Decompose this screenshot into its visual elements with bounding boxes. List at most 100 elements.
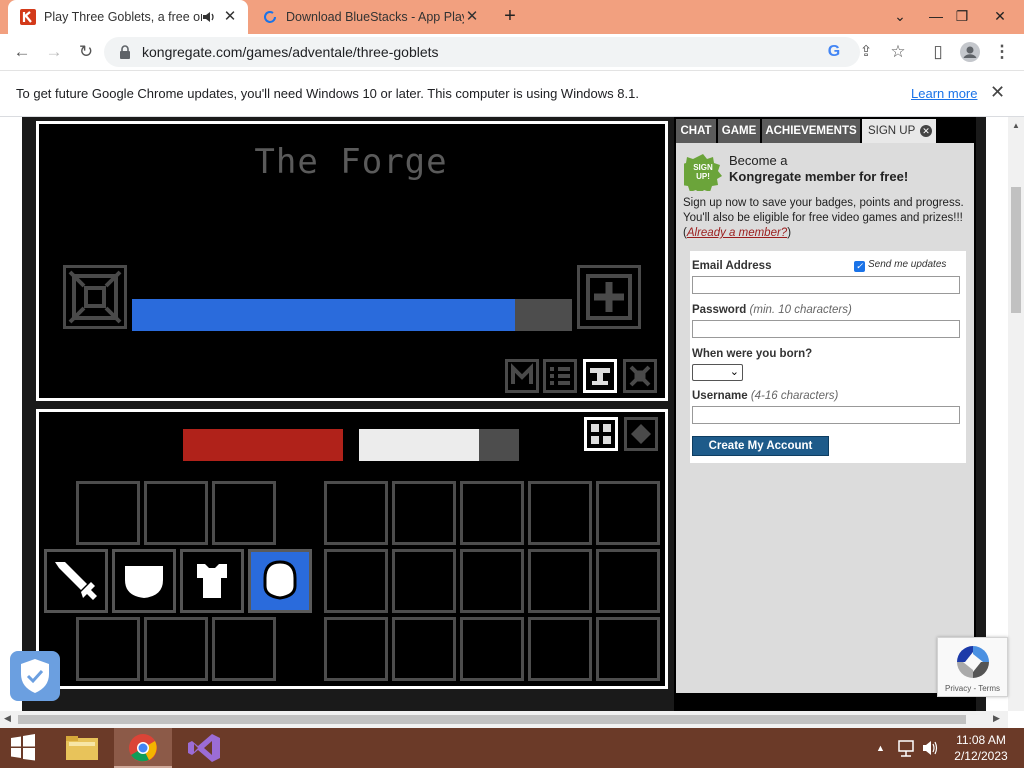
forward-arrow-icon[interactable]: → xyxy=(40,38,68,66)
scroll-up-arrow-icon[interactable]: ▲ xyxy=(1012,121,1020,130)
inventory-panel xyxy=(36,409,668,689)
tab-achievements[interactable]: ACHIEVEMENTS xyxy=(762,119,860,143)
chrome-icon xyxy=(129,734,157,762)
armor-icon xyxy=(197,564,227,598)
recaptcha-badge[interactable]: Privacy - Terms xyxy=(937,637,1008,697)
restore-button[interactable]: ❐ xyxy=(946,0,978,34)
tab-close-icon[interactable]: ✕ xyxy=(920,125,932,137)
google-lens-icon[interactable]: G xyxy=(820,38,848,66)
username-field[interactable] xyxy=(692,406,960,424)
inventory-slot[interactable] xyxy=(596,549,660,613)
address-bar[interactable]: kongregate.com/games/adventale/three-gob… xyxy=(104,37,860,67)
inventory-slot[interactable] xyxy=(212,481,276,545)
scroll-left-arrow-icon[interactable]: ◀ xyxy=(4,713,11,724)
new-tab-button[interactable]: + xyxy=(494,0,526,34)
vertical-scrollbar[interactable]: ▲ xyxy=(1008,117,1024,711)
tab-chat[interactable]: CHAT xyxy=(676,119,716,143)
volume-icon[interactable] xyxy=(920,728,940,768)
options-button[interactable] xyxy=(623,359,657,393)
chrome-taskbar-button[interactable] xyxy=(114,728,172,768)
inventory-slot[interactable] xyxy=(324,481,388,545)
become-text: Become a xyxy=(729,153,788,168)
inventory-slot[interactable] xyxy=(324,617,388,681)
already-member-link[interactable]: Already a member? xyxy=(687,227,787,239)
health-bar-track xyxy=(183,429,343,461)
list-button[interactable] xyxy=(543,359,577,393)
tab-close-icon[interactable]: ✕ xyxy=(222,9,238,25)
list-icon xyxy=(550,367,570,385)
windows-taskbar: ▲ 11:08 AM 2/12/2023 xyxy=(0,728,1024,768)
inventory-slot[interactable] xyxy=(596,617,660,681)
visual-studio-button[interactable] xyxy=(182,728,226,768)
recaptcha-links[interactable]: Privacy - Terms xyxy=(938,684,1007,693)
inventory-slot[interactable] xyxy=(460,481,524,545)
windows-logo-icon xyxy=(11,734,35,761)
forge-input-slot[interactable] xyxy=(63,265,127,329)
inventory-slot[interactable] xyxy=(528,617,592,681)
file-explorer-button[interactable] xyxy=(60,728,104,768)
inventory-slot[interactable] xyxy=(528,549,592,613)
profile-avatar-icon[interactable] xyxy=(956,38,984,66)
learn-more-link[interactable]: Learn more xyxy=(911,86,977,101)
helmet-icon xyxy=(263,560,297,600)
send-updates-checkbox[interactable]: ✓ xyxy=(854,261,865,272)
tab-search-chevron-icon[interactable]: ⌄ xyxy=(884,0,916,34)
tab-three-goblets[interactable]: Play Three Goblets, a free on ✕ xyxy=(8,0,248,34)
email-field[interactable] xyxy=(692,276,960,294)
password-field[interactable] xyxy=(692,320,960,338)
url-text: kongregate.com/games/adventale/three-gob… xyxy=(142,44,439,60)
inventory-slot[interactable] xyxy=(76,617,140,681)
create-account-button[interactable]: Create My Account xyxy=(692,436,829,456)
share-icon[interactable]: ⇪ xyxy=(852,38,880,66)
username-label: Username (4-16 characters) xyxy=(692,390,838,402)
diamond-view-button[interactable] xyxy=(624,417,658,451)
inventory-slot[interactable] xyxy=(596,481,660,545)
inventory-slot[interactable] xyxy=(212,617,276,681)
password-label-text: Password xyxy=(692,304,747,316)
equipment-slot-weapon[interactable] xyxy=(44,549,108,613)
inventory-slot[interactable] xyxy=(392,481,456,545)
bookmark-star-icon[interactable]: ☆ xyxy=(884,38,912,66)
inventory-slot[interactable] xyxy=(144,617,208,681)
tab-sign-up[interactable]: SIGN UP ✕ xyxy=(862,119,936,143)
chevron-down-icon: ⌄ xyxy=(729,366,739,378)
equipment-slot-armor[interactable] xyxy=(180,549,244,613)
birth-year-select[interactable]: ⌄ xyxy=(692,364,743,381)
window-close-button[interactable]: ✕ xyxy=(984,0,1016,34)
menu-kebab-icon[interactable]: ⋮ xyxy=(988,38,1016,66)
tab-bluestacks[interactable]: Download BlueStacks - App Playe ✕ xyxy=(250,0,490,34)
inventory-slot[interactable] xyxy=(144,481,208,545)
horizontal-scroll-thumb[interactable] xyxy=(18,715,966,724)
vertical-scroll-thumb[interactable] xyxy=(1011,187,1021,313)
inventory-slot[interactable] xyxy=(460,549,524,613)
equipment-slot-helmet[interactable] xyxy=(248,549,312,613)
start-button[interactable] xyxy=(8,728,42,768)
inventory-slot[interactable] xyxy=(392,617,456,681)
infobar-close-icon[interactable]: ✕ xyxy=(990,82,1005,103)
inventory-slot[interactable] xyxy=(324,549,388,613)
forge-output-slot[interactable] xyxy=(577,265,641,329)
speaker-icon[interactable] xyxy=(202,10,216,24)
inventory-slot[interactable] xyxy=(392,549,456,613)
side-panel-icon[interactable]: ▯ xyxy=(924,38,952,66)
taskbar-clock[interactable]: 11:08 AM 2/12/2023 xyxy=(948,732,1014,764)
reload-icon[interactable]: ↻ xyxy=(72,38,100,66)
grid-view-button[interactable] xyxy=(584,417,618,451)
game-frame: The Forge CHAT GAME ACHIEVEMENTS SIGN UP… xyxy=(22,117,986,711)
back-arrow-icon[interactable]: ← xyxy=(8,38,36,66)
map-button[interactable] xyxy=(505,359,539,393)
scroll-right-arrow-icon[interactable]: ▶ xyxy=(993,713,1000,724)
tab-close-icon[interactable]: ✕ xyxy=(464,9,480,25)
anvil-button[interactable] xyxy=(583,359,617,393)
network-icon[interactable] xyxy=(896,728,916,768)
security-shield-button[interactable] xyxy=(10,651,60,701)
anvil-icon xyxy=(590,368,610,385)
inventory-slot[interactable] xyxy=(460,617,524,681)
ornate-frame-icon xyxy=(68,270,122,324)
tray-expand-icon[interactable]: ▲ xyxy=(876,728,888,768)
inventory-slot[interactable] xyxy=(528,481,592,545)
horizontal-scrollbar[interactable]: ◀ ▶ xyxy=(0,711,1008,728)
inventory-slot[interactable] xyxy=(76,481,140,545)
tab-game[interactable]: GAME xyxy=(718,119,760,143)
equipment-slot-shield[interactable] xyxy=(112,549,176,613)
